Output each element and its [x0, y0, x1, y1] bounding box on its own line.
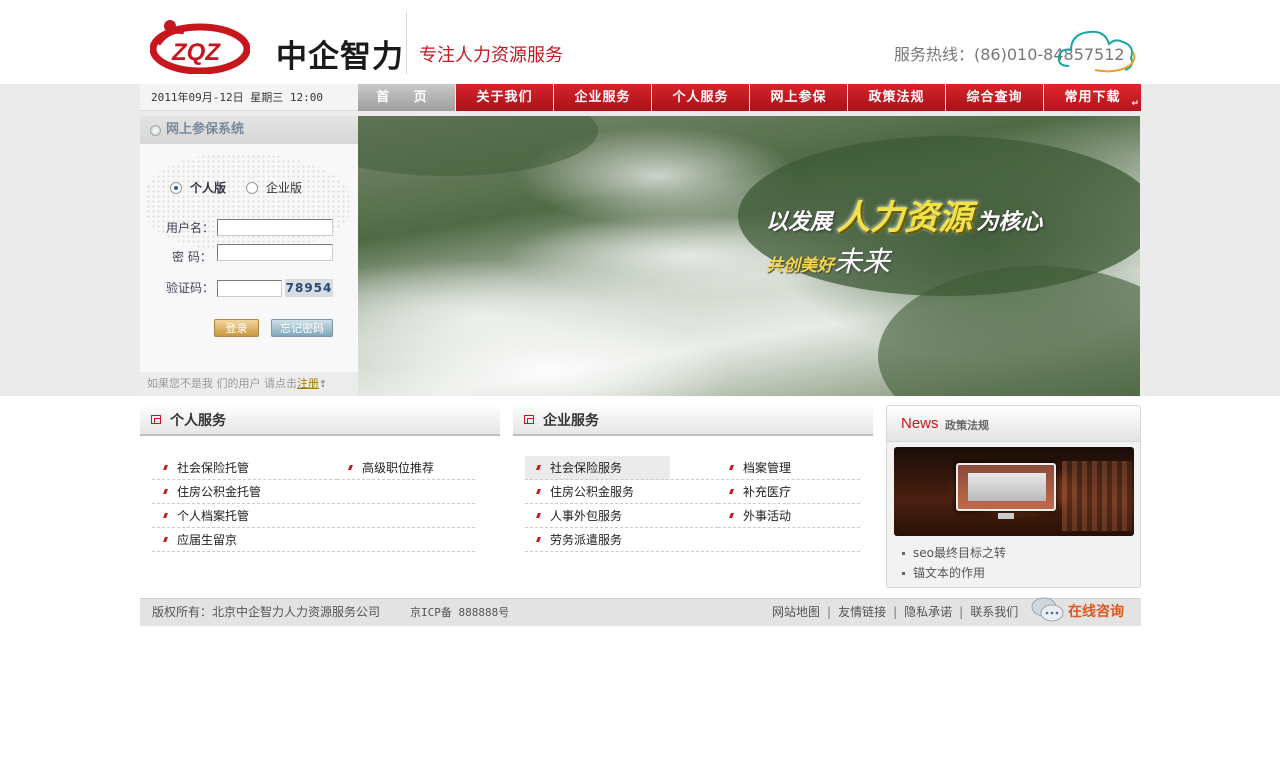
news-panel: News 政策法规 seo最终目标之转 锚文本的作用	[886, 405, 1141, 588]
footer-links: 网站地图 | 友情链接 | 隐私承诺 | 联系我们	[772, 599, 1018, 626]
site-header: ZQZ 中企智力 专注人力资源服务 服务热线：(86)010-84857512	[140, 0, 1140, 84]
banner-subline-a: 共创美好	[766, 256, 834, 276]
window-icon	[524, 415, 534, 424]
footer-link-sitemap[interactable]: 网站地图	[772, 605, 820, 619]
password-label: 密 码：	[172, 250, 212, 264]
service-link[interactable]: 住房公积金服务	[525, 480, 718, 504]
corner-arrow-icon: ↵	[1131, 99, 1139, 109]
cloud-icon	[1057, 30, 1136, 73]
service-link[interactable]: 应届生留京	[152, 528, 475, 552]
mountain-ridge	[358, 116, 598, 176]
login-button[interactable]: 登录	[214, 319, 259, 337]
separator: |	[827, 605, 832, 619]
radio-enterprise-label[interactable]: 企业版	[266, 179, 302, 196]
service-link[interactable]: 社会保险托管	[152, 456, 337, 480]
captcha-input[interactable]	[217, 280, 282, 297]
login-panel: 网上参保系统 个人版 企业版 用户名： 密 码： 验证码： 78954 登录 忘…	[140, 116, 358, 396]
news-header: News 政策法规	[887, 406, 1140, 442]
personal-services-panel: 个人服务 社会保险托管 高级职位推荐 住房公积金托管 个人档案托管 应届生留京	[140, 406, 500, 576]
radio-personal-label[interactable]: 个人版	[190, 179, 226, 196]
nav-enterprise-service[interactable]: 企业服务	[554, 84, 651, 111]
nav-query[interactable]: 综合查询	[946, 84, 1043, 111]
site-footer: 版权所有：北京中企智力人力资源服务公司 京ICP备 888888号 网站地图 | 友…	[140, 597, 1141, 626]
version-radios: 个人版 企业版	[170, 179, 322, 196]
enterprise-services-header: 企业服务	[513, 406, 873, 436]
logo-mark-icon: ZQZ	[150, 20, 250, 74]
slogan: 专注人力资源服务	[419, 45, 563, 66]
logo-letters: ZQZ	[171, 39, 221, 66]
news-image[interactable]	[894, 447, 1134, 536]
copyright: 版权所有：北京中企智力人力资源服务公司	[152, 605, 381, 619]
banner-headline: 以发展 人力资源 为核心	[766, 190, 1042, 239]
hero-banner: 以发展 人力资源 为核心 共创美好未来	[358, 116, 1140, 396]
banner-headline-c: 为核心	[976, 210, 1043, 235]
nav-home[interactable]: 首 页	[358, 84, 455, 111]
service-link[interactable]: 外事活动	[718, 504, 860, 528]
username-label: 用户名：	[166, 221, 215, 235]
service-link[interactable]: 补充医疗	[718, 480, 860, 504]
service-link[interactable]: 社会保险服务	[525, 456, 670, 480]
thumbnail-wall	[1062, 461, 1132, 531]
footer-link-friends[interactable]: 友情链接	[838, 605, 886, 619]
service-link[interactable]: 高级职位推荐	[337, 456, 475, 480]
monitor-icon	[956, 463, 1056, 511]
nav-downloads[interactable]: 常用下载 ↵	[1044, 84, 1141, 111]
logo[interactable]: ZQZ 中企智力	[150, 18, 403, 76]
header-divider	[406, 12, 407, 74]
service-link[interactable]: 劳务派遣服务	[525, 528, 860, 552]
login-panel-title: 网上参保系统	[166, 122, 245, 137]
register-mark-icon: ❢	[319, 380, 327, 390]
personal-services-header: 个人服务	[140, 406, 500, 436]
service-link[interactable]: 人事外包服务	[525, 504, 718, 528]
news-item[interactable]: 锚文本的作用	[902, 563, 1006, 583]
nav-personal-service[interactable]: 个人服务	[652, 84, 749, 111]
footer-link-contact[interactable]: 联系我们	[970, 605, 1018, 619]
login-panel-header: 网上参保系统	[140, 116, 358, 144]
enterprise-services-title: 企业服务	[543, 413, 599, 429]
online-consult-label: 在线咨询	[1068, 604, 1124, 620]
username-input[interactable]	[217, 219, 333, 236]
window-icon	[151, 415, 161, 424]
service-link[interactable]: 个人档案托管	[152, 504, 475, 528]
register-link[interactable]: 注册	[297, 377, 319, 390]
service-link[interactable]: 住房公积金托管	[152, 480, 475, 504]
radio-personal[interactable]	[170, 181, 182, 194]
news-title-cn[interactable]: 政策法规	[945, 417, 989, 433]
captcha-label: 验证码：	[166, 281, 215, 295]
bullet-circle-icon	[150, 125, 161, 136]
chat-bubble-icon	[1031, 597, 1064, 622]
logo-name: 中企智力	[276, 39, 404, 75]
news-list: seo最终目标之转 锚文本的作用	[902, 543, 1006, 583]
banner-subline: 共创美好未来	[766, 240, 890, 280]
forgot-password-button[interactable]: 忘记密码	[271, 319, 333, 337]
nav-policy[interactable]: 政策法规	[848, 84, 945, 111]
register-prompt: 如果您不是我 们的用户 请点击	[147, 377, 297, 390]
banner-headline-a: 以发展	[766, 210, 833, 235]
banner-subline-b: 未来	[834, 245, 891, 278]
icp-number: 京ICP备 888888号	[410, 606, 510, 619]
personal-services-title: 个人服务	[170, 413, 226, 429]
nav-about[interactable]: 关于我们	[456, 84, 553, 111]
nav-online-insurance[interactable]: 网上参保	[750, 84, 847, 111]
date-bar: 2011年09月-12日 星期三 12:00	[140, 84, 358, 111]
news-title-en: News	[901, 415, 939, 432]
news-item[interactable]: seo最终目标之转	[902, 543, 1006, 563]
captcha-image[interactable]: 78954	[285, 279, 333, 297]
enterprise-services-panel: 企业服务 社会保险服务 档案管理 住房公积金服务 补充医疗 人事外包服务 外事活…	[513, 406, 873, 576]
separator: |	[893, 605, 898, 619]
nav-downloads-label: 常用下载	[1064, 90, 1121, 105]
online-consult-button[interactable]: 在线咨询	[1030, 594, 1135, 628]
main-nav: 首 页 关于我们 企业服务 个人服务 网上参保 政策法规 综合查询 常用下载 ↵	[358, 84, 1141, 111]
banner-headline-b: 人力资源	[836, 198, 973, 238]
separator: |	[959, 605, 964, 619]
password-input[interactable]	[217, 244, 333, 261]
service-link[interactable]: 档案管理	[718, 456, 860, 480]
login-footer: 如果您不是我 们的用户 请点击注册❢	[140, 372, 358, 396]
radio-enterprise[interactable]	[246, 181, 259, 194]
monitor-stand	[998, 513, 1014, 519]
footer-link-privacy[interactable]: 隐私承诺	[904, 605, 952, 619]
